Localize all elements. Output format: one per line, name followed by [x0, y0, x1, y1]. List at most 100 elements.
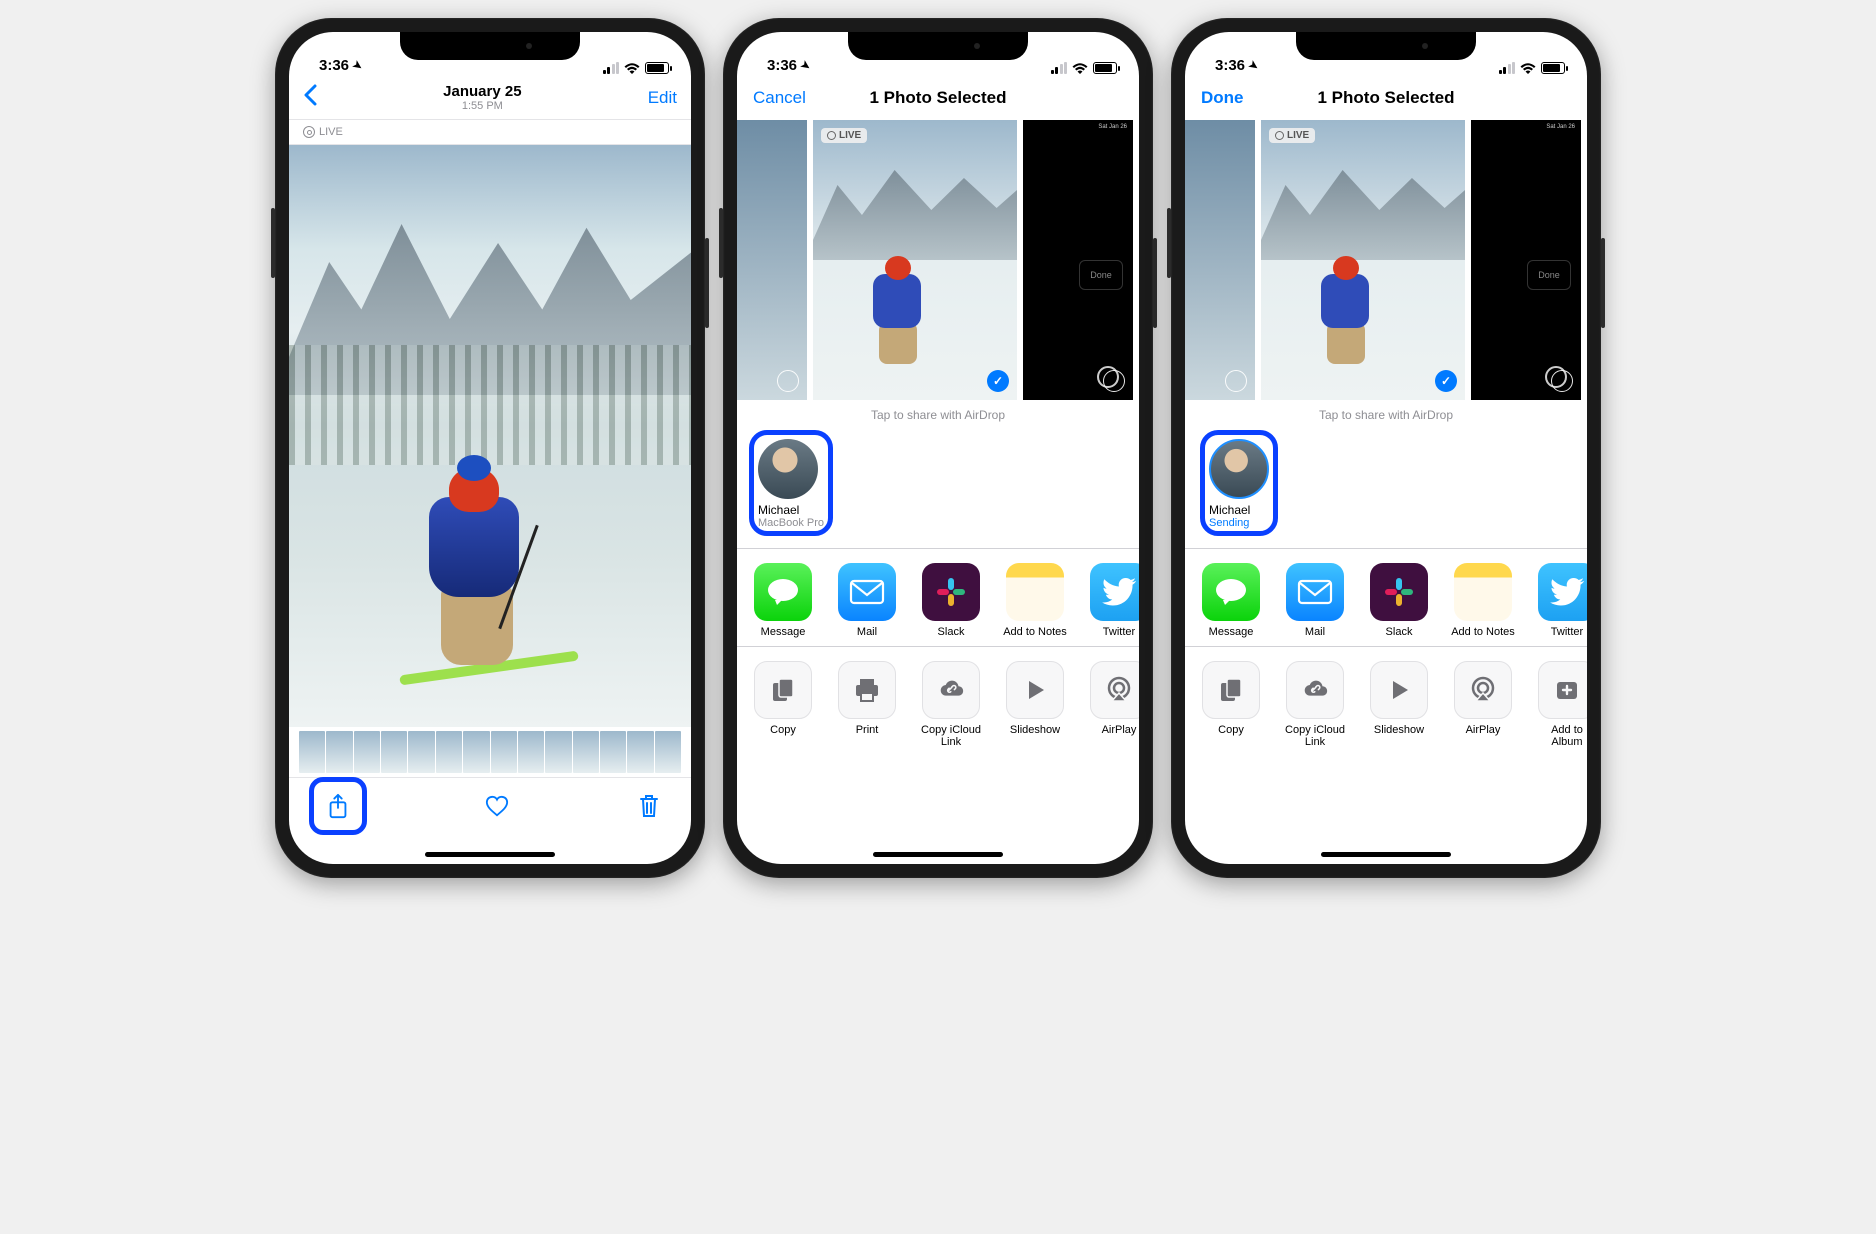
app-message[interactable]: Message: [1199, 563, 1263, 638]
airdrop-hint: Tap to share with AirDrop: [737, 400, 1139, 430]
screen-photo-viewer: 3:36 ➤ January 25 1:55 PM Edit: [289, 32, 691, 864]
share-photo-prev[interactable]: [737, 120, 807, 400]
tutorial-highlight-contact: Michael Sending: [1200, 430, 1278, 536]
back-button[interactable]: [303, 82, 317, 113]
photo-time: 1:55 PM: [317, 100, 648, 112]
wifi-icon: [624, 62, 640, 74]
slack-icon: [922, 563, 980, 621]
airdrop-contacts-row: Michael Sending: [1185, 430, 1587, 549]
message-icon: [1202, 563, 1260, 621]
photo-date: January 25: [317, 83, 648, 100]
action-airplay[interactable]: AirPlay: [1087, 661, 1139, 748]
tutorial-highlight-share: [309, 777, 367, 835]
battery-icon: [645, 62, 669, 74]
tutorial-highlight-contact: Michael MacBook Pro: [749, 430, 833, 536]
app-slack[interactable]: Slack: [1367, 563, 1431, 638]
share-photo-prev[interactable]: [1185, 120, 1255, 400]
wifi-icon: [1072, 62, 1088, 74]
favorite-button[interactable]: [475, 784, 519, 828]
notch: [1296, 32, 1476, 60]
action-icloud-link[interactable]: Copy iCloud Link: [919, 661, 983, 748]
share-title: 1 Photo Selected: [1261, 88, 1511, 108]
share-nav-bar: Cancel 1 Photo Selected: [737, 76, 1139, 120]
share-actions-row[interactable]: Copy Print Copy iCloud Link Slideshow Ai…: [737, 647, 1139, 756]
cloud-link-icon: [1286, 661, 1344, 719]
app-notes[interactable]: Add to Notes: [1003, 563, 1067, 638]
selected-check-icon: ✓: [987, 370, 1009, 392]
app-mail[interactable]: Mail: [835, 563, 899, 638]
app-twitter[interactable]: Twitter: [1535, 563, 1587, 638]
live-badge: LIVE: [1269, 128, 1315, 143]
photo-nav-bar: January 25 1:55 PM Edit: [289, 76, 691, 120]
done-button[interactable]: Done: [1201, 88, 1261, 108]
live-icon: [303, 126, 315, 138]
mail-icon: [1286, 563, 1344, 621]
share-photo-selected[interactable]: LIVE ✓: [1261, 120, 1465, 400]
home-indicator[interactable]: [425, 852, 555, 857]
action-slideshow[interactable]: Slideshow: [1003, 661, 1067, 748]
wifi-icon: [1520, 62, 1536, 74]
cancel-button[interactable]: Cancel: [753, 88, 813, 108]
app-notes[interactable]: Add to Notes: [1451, 563, 1515, 638]
avatar: [1209, 439, 1269, 499]
share-photo-strip[interactable]: LIVE ✓ Sat Jan 26 Done: [737, 120, 1139, 400]
photo-thumbnail-strip[interactable]: [289, 727, 691, 777]
delete-button[interactable]: [627, 784, 671, 828]
notes-icon: [1454, 563, 1512, 621]
action-copy[interactable]: Copy: [1199, 661, 1263, 748]
print-icon: [838, 661, 896, 719]
photo-toolbar: [289, 777, 691, 833]
phone-frame-1: 3:36 ➤ January 25 1:55 PM Edit: [275, 18, 705, 878]
action-airplay[interactable]: AirPlay: [1451, 661, 1515, 748]
contact-device: MacBook Pro: [758, 517, 824, 529]
airdrop-contact[interactable]: Michael MacBook Pro: [747, 430, 835, 536]
share-photo-selected[interactable]: LIVE ✓: [813, 120, 1017, 400]
share-actions-row[interactable]: Copy Copy iCloud Link Slideshow AirPlay …: [1185, 647, 1587, 756]
main-photo[interactable]: [289, 145, 691, 727]
cellular-icon: [603, 62, 620, 74]
copy-icon: [754, 661, 812, 719]
airdrop-contact-sending[interactable]: Michael Sending: [1195, 430, 1283, 536]
app-message[interactable]: Message: [751, 563, 815, 638]
app-mail[interactable]: Mail: [1283, 563, 1347, 638]
edit-button[interactable]: Edit: [648, 88, 677, 108]
slack-icon: [1370, 563, 1428, 621]
share-apps-row[interactable]: Message Mail Slack Add to Notes Twitter: [737, 549, 1139, 647]
airplay-icon: [1090, 661, 1139, 719]
phone-frame-3: 3:36➤ Done 1 Photo Selected LIVE ✓ Sat J…: [1171, 18, 1601, 878]
share-title: 1 Photo Selected: [813, 88, 1063, 108]
action-print[interactable]: Print: [835, 661, 899, 748]
status-indicators: [603, 62, 670, 74]
contact-name: Michael: [758, 503, 824, 517]
play-icon: [1370, 661, 1428, 719]
share-photo-strip[interactable]: LIVE ✓ Sat Jan 26 Done: [1185, 120, 1587, 400]
airdrop-contacts-row: Michael MacBook Pro: [737, 430, 1139, 549]
cloud-link-icon: [922, 661, 980, 719]
action-copy[interactable]: Copy: [751, 661, 815, 748]
mail-icon: [838, 563, 896, 621]
phone-frame-2: 3:36➤ Cancel 1 Photo Selected LIVE ✓ Sat: [723, 18, 1153, 878]
share-button[interactable]: [316, 784, 360, 828]
share-photo-next[interactable]: Sat Jan 26 Done: [1471, 120, 1581, 400]
app-twitter[interactable]: Twitter: [1087, 563, 1139, 638]
share-apps-row[interactable]: Message Mail Slack Add to Notes Twitter: [1185, 549, 1587, 647]
live-photo-badge: LIVE: [289, 120, 691, 145]
notes-icon: [1006, 563, 1064, 621]
live-badge: LIVE: [821, 128, 867, 143]
notch: [400, 32, 580, 60]
play-icon: [1006, 661, 1064, 719]
home-indicator[interactable]: [1321, 852, 1451, 857]
app-slack[interactable]: Slack: [919, 563, 983, 638]
location-icon: ➤: [350, 58, 365, 74]
home-indicator[interactable]: [873, 852, 1003, 857]
screen-share-sending: 3:36➤ Done 1 Photo Selected LIVE ✓ Sat J…: [1185, 32, 1587, 864]
action-slideshow[interactable]: Slideshow: [1367, 661, 1431, 748]
battery-icon: [1093, 62, 1117, 74]
contact-status: Sending: [1209, 517, 1269, 529]
share-photo-next[interactable]: Sat Jan 26 Done: [1023, 120, 1133, 400]
cellular-icon: [1499, 62, 1516, 74]
action-add-album[interactable]: Add to Album: [1535, 661, 1587, 748]
airdrop-hint: Tap to share with AirDrop: [1185, 400, 1587, 430]
avatar: [758, 439, 818, 499]
action-icloud-link[interactable]: Copy iCloud Link: [1283, 661, 1347, 748]
